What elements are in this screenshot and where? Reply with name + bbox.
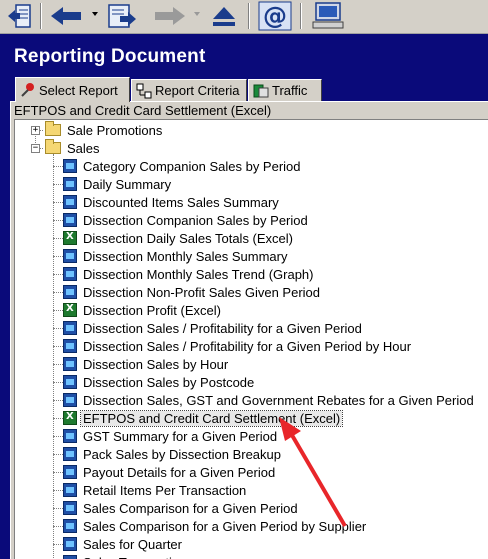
email-icon[interactable]: @ [256, 1, 294, 31]
back-dropdown-icon[interactable] [92, 12, 98, 16]
tab-select-report[interactable]: Select Report [15, 77, 130, 102]
eject-icon[interactable] [208, 2, 240, 30]
forward-dropdown-icon [194, 12, 200, 16]
tab-label: Report Criteria [155, 83, 240, 98]
selected-report-label: EFTPOS and Credit Card Settlement (Excel… [14, 103, 272, 118]
exit-report-icon[interactable] [4, 2, 36, 30]
toolbar: @ [0, 0, 488, 34]
forward-icon [150, 2, 188, 30]
red-arrow-icon [279, 417, 347, 528]
svg-text:@: @ [263, 2, 287, 30]
tab-label: Traffic [272, 83, 308, 98]
computer-icon[interactable] [308, 2, 348, 30]
tab-traffic[interactable]: Traffic [248, 79, 322, 101]
criteria-icon [136, 83, 152, 99]
report-tree[interactable]: + − Sale Promotions Sales Category Compa… [14, 119, 488, 559]
back-icon[interactable] [48, 2, 86, 30]
tab-report-criteria[interactable]: Report Criteria [131, 79, 247, 101]
traffic-icon [253, 83, 269, 99]
page-title: Reporting Document [14, 46, 206, 67]
run-report-icon[interactable] [104, 2, 140, 30]
tab-label: Select Report [39, 82, 118, 98]
pin-icon [20, 82, 36, 98]
